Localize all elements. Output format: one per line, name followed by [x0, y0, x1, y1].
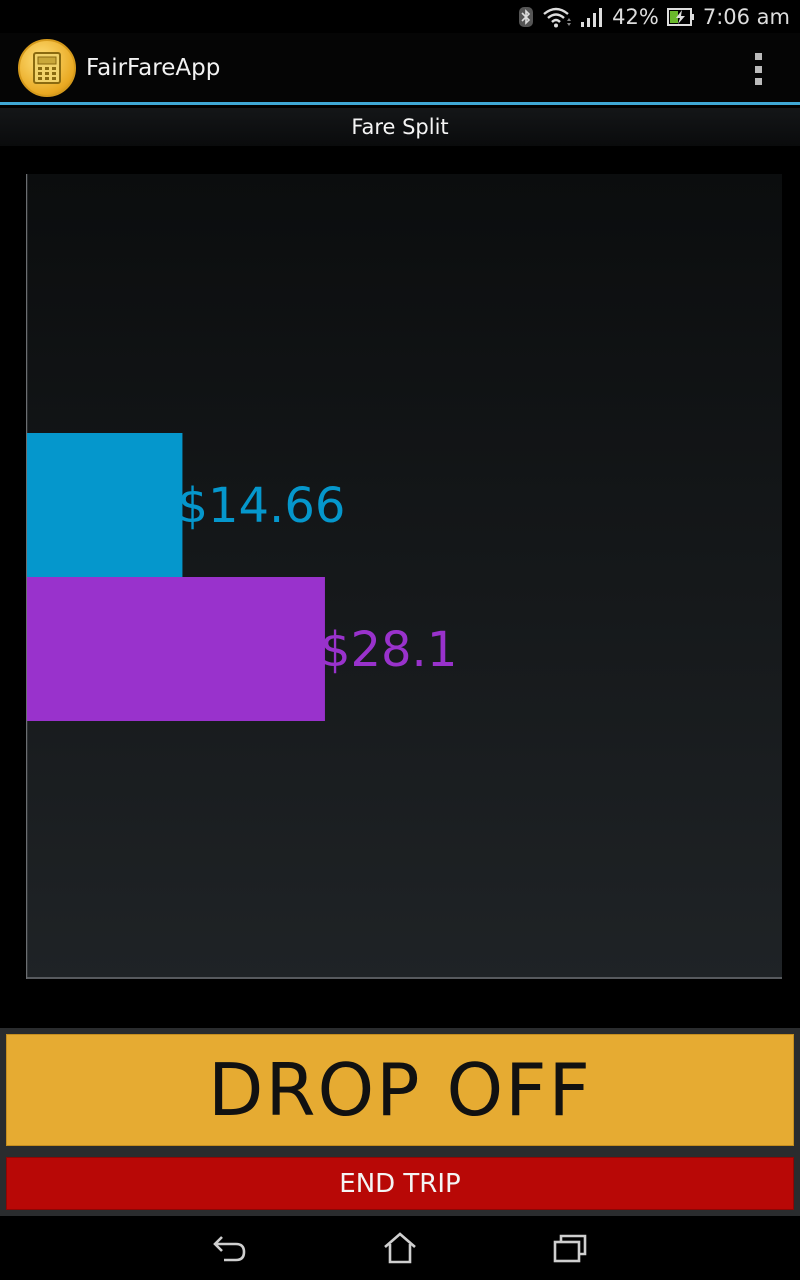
- clock: 7:06 am: [702, 4, 790, 29]
- bar-value-label-2: $28.1: [320, 622, 457, 678]
- chart-title: Fare Split: [0, 108, 800, 146]
- bar-2: [27, 577, 325, 721]
- action-bar: FairFareApp: [0, 33, 800, 105]
- calculator-icon[interactable]: [18, 38, 76, 97]
- wifi-icon: [542, 6, 572, 28]
- bar-value-label-1: $14.66: [177, 478, 345, 534]
- chart-svg: $14.66 $28.1: [26, 174, 782, 979]
- bar-1: [27, 433, 183, 577]
- battery-charging-icon: [666, 7, 695, 27]
- signal-icon: [580, 6, 604, 28]
- action-buttons-panel: DROP OFF END TRIP: [0, 1028, 800, 1216]
- back-icon[interactable]: [210, 1230, 250, 1266]
- battery-percent: 42%: [612, 4, 659, 29]
- bluetooth-icon: [518, 6, 534, 28]
- status-bar: 42% 7:06 am: [0, 0, 800, 33]
- app-title: FairFareApp: [86, 54, 221, 81]
- overflow-menu-icon[interactable]: [746, 53, 770, 85]
- home-icon[interactable]: [380, 1230, 420, 1266]
- fare-split-chart: $14.66 $28.1: [26, 174, 782, 979]
- recent-apps-icon[interactable]: [550, 1230, 590, 1266]
- navigation-bar: [0, 1216, 800, 1280]
- drop-off-button[interactable]: DROP OFF: [6, 1034, 794, 1146]
- screen: 42% 7:06 am FairFareApp Fare Split $14.6…: [0, 0, 800, 1280]
- end-trip-button[interactable]: END TRIP: [6, 1157, 794, 1210]
